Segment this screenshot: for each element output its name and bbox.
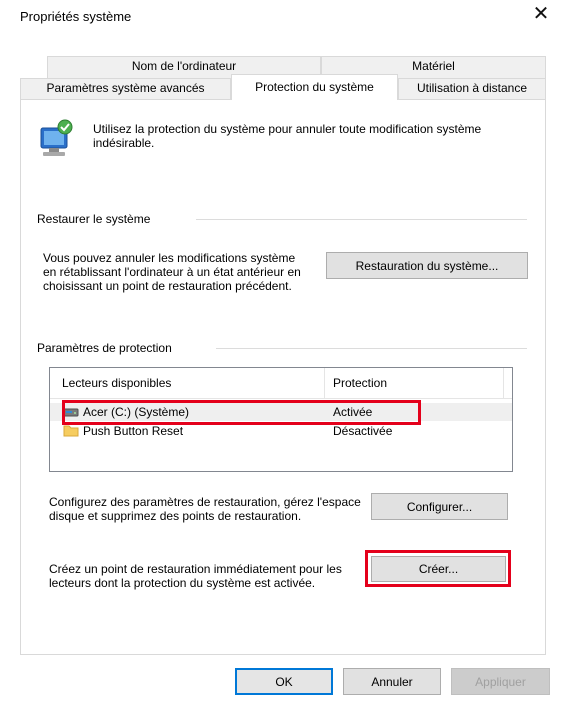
restore-description: Vous pouvez annuler les modifications sy… [43, 251, 301, 293]
apply-button[interactable]: Appliquer [451, 668, 550, 695]
drive-status: Activée [333, 405, 373, 419]
restore-section-title: Restaurer le système [37, 212, 159, 226]
drive-row-c[interactable]: Acer (C:) (Système) Activée [50, 403, 512, 421]
configure-text: Configurez des paramètres de restauratio… [49, 495, 361, 523]
drive-name: Push Button Reset [83, 424, 184, 438]
drive-status: Désactivée [333, 424, 393, 438]
configure-button[interactable]: Configurer... [371, 493, 508, 520]
system-protection-icon [37, 118, 77, 160]
create-button[interactable]: Créer... [371, 556, 506, 582]
list-header: Lecteurs disponibles Protection [50, 368, 512, 399]
column-drives[interactable]: Lecteurs disponibles [62, 376, 171, 390]
restore-divider [196, 219, 527, 220]
column-protection[interactable]: Protection [333, 376, 387, 390]
cancel-button[interactable]: Annuler [343, 668, 441, 695]
tab-advanced-settings[interactable]: Paramètres système avancés [20, 78, 231, 100]
system-restore-button[interactable]: Restauration du système... [326, 252, 528, 279]
drive-row-reset[interactable]: Push Button Reset Désactivée [50, 422, 512, 440]
ok-button[interactable]: OK [235, 668, 333, 695]
create-text: Créez un point de restauration immédiate… [49, 562, 342, 590]
folder-icon [63, 424, 79, 437]
drive-icon [63, 406, 79, 418]
tab-system-protection[interactable]: Protection du système [231, 74, 398, 100]
intro-text: Utilisez la protection du système pour a… [93, 122, 482, 150]
drives-list[interactable]: Lecteurs disponibles Protection Acer (C:… [49, 367, 513, 472]
close-icon[interactable]: ✕ [532, 4, 550, 24]
tab-remote[interactable]: Utilisation à distance [398, 78, 546, 100]
protection-section-title: Paramètres de protection [37, 341, 180, 355]
window-title: Propriétés système [20, 9, 132, 24]
drive-name: Acer (C:) (Système) [83, 405, 190, 419]
protection-divider [216, 348, 527, 349]
